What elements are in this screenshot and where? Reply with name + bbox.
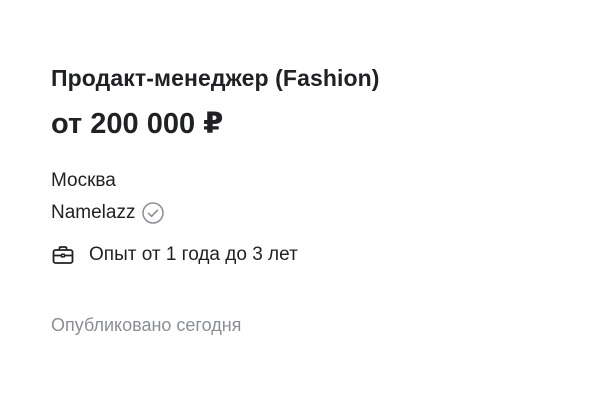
vacancy-card[interactable]: Продакт-менеджер (Fashion) от 200 000 ₽ … — [51, 60, 571, 338]
published-date: Опубликовано сегодня — [51, 315, 242, 335]
check-circle-icon — [141, 201, 165, 225]
company-row: Namelazz — [51, 200, 571, 226]
vacancy-salary: от 200 000 ₽ — [51, 108, 224, 140]
experience-text: Опыт от 1 года до 3 лет — [89, 244, 298, 265]
vacancy-title[interactable]: Продакт-менеджер (Fashion) — [51, 60, 571, 96]
briefcase-icon — [51, 243, 75, 267]
company-name[interactable]: Namelazz — [51, 200, 135, 226]
experience-row: Опыт от 1 года до 3 лет — [51, 242, 571, 268]
vacancy-city: Москва — [51, 170, 116, 191]
